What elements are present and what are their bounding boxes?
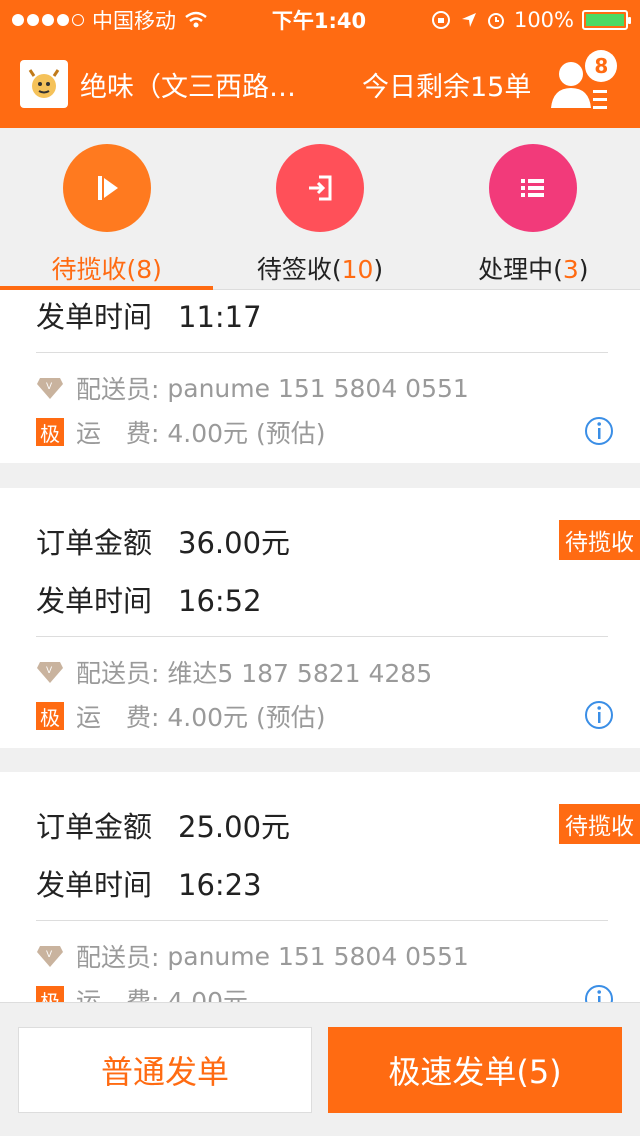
play-flag-icon <box>62 144 151 232</box>
order-amount: 订单金额 25.00元 <box>36 810 291 844</box>
order-tabs: 待揽收(8) 待签收(10) 处理中(3) <box>0 128 640 290</box>
app-header: 中国移动 下午1:40 100% 绝味（文三西路… 今日剩余15单 8 <box>0 0 640 128</box>
courier-info: V 配送员: 维达5 187 5821 4285 <box>36 654 432 690</box>
info-icon[interactable] <box>584 416 614 446</box>
fast-dispatch-button[interactable]: 极速发单(5) <box>328 1027 622 1113</box>
tab-pending-pickup[interactable]: 待揽收(8) <box>0 128 214 290</box>
order-list[interactable]: 发单时间 11:17 V 配送员: panume 151 5804 0551 极 … <box>0 290 640 1002</box>
order-card[interactable]: 订单金额 25.00元 待揽收 发单时间 16:23 V 配送员: panume 1… <box>0 772 640 1002</box>
orientation-lock-icon <box>431 11 450 29</box>
order-amount: 订单金额 36.00元 <box>36 526 291 560</box>
info-icon[interactable] <box>584 984 614 1002</box>
diamond-icon: V <box>37 946 63 967</box>
battery-icon <box>582 10 631 30</box>
order-time: 发单时间 16:52 <box>36 584 262 618</box>
order-card[interactable]: 发单时间 11:17 V 配送员: panume 151 5804 0551 极 … <box>0 290 640 463</box>
order-time: 发单时间 16:23 <box>36 868 262 902</box>
carrier-label: 中国移动 <box>92 9 176 33</box>
fee-info: 极 运 费: 4.00元 (预估) <box>36 698 326 734</box>
wifi-icon <box>185 11 207 28</box>
svg-text:V: V <box>46 950 53 960</box>
battery-percent: 100% <box>513 8 574 32</box>
status-badge: 待揽收 <box>559 520 640 560</box>
info-icon[interactable] <box>584 700 614 730</box>
svg-text:V: V <box>46 666 53 676</box>
courier-info: V 配送员: panume 151 5804 0551 <box>36 938 469 974</box>
nav-bar: 绝味（文三西路… 今日剩余15单 8 <box>0 40 640 128</box>
signal-icon <box>12 14 84 26</box>
diamond-icon: V <box>37 662 63 683</box>
express-tag: 极 <box>36 702 64 730</box>
svg-text:V: V <box>46 382 53 392</box>
alarm-icon <box>487 13 504 29</box>
tab-processing[interactable]: 处理中(3) <box>427 128 640 289</box>
tab-pending-sign[interactable]: 待签收(10) <box>213 128 426 289</box>
fee-info: 极 运 费: 4.00元 <box>36 982 248 1002</box>
fee-info: 极 运 费: 4.00元 (预估) <box>36 414 326 450</box>
couriers-badge: 8 <box>585 50 618 82</box>
list-icon <box>489 144 578 232</box>
clock: 下午1:40 <box>271 9 367 33</box>
remaining-orders: 今日剩余15单 <box>362 71 532 103</box>
status-bar: 中国移动 下午1:40 100% <box>0 0 640 40</box>
shop-logo[interactable] <box>20 60 68 108</box>
express-tag: 极 <box>36 986 64 1002</box>
order-card[interactable]: 订单金额 36.00元 待揽收 发单时间 16:52 V 配送员: 维达5 187 … <box>0 488 640 748</box>
location-icon <box>461 13 476 27</box>
express-tag: 极 <box>36 418 64 446</box>
normal-dispatch-button[interactable]: 普通发单 <box>18 1027 312 1113</box>
shop-name[interactable]: 绝味（文三西路… <box>80 65 330 104</box>
couriers-button[interactable]: 8 <box>549 50 618 112</box>
order-time: 发单时间 11:17 <box>36 300 262 334</box>
courier-info: V 配送员: panume 151 5804 0551 <box>36 370 469 406</box>
status-badge: 待揽收 <box>559 804 640 844</box>
sign-in-icon <box>275 144 364 232</box>
bottom-action-bar: 普通发单 极速发单(5) <box>0 1002 640 1136</box>
diamond-icon: V <box>37 378 63 399</box>
